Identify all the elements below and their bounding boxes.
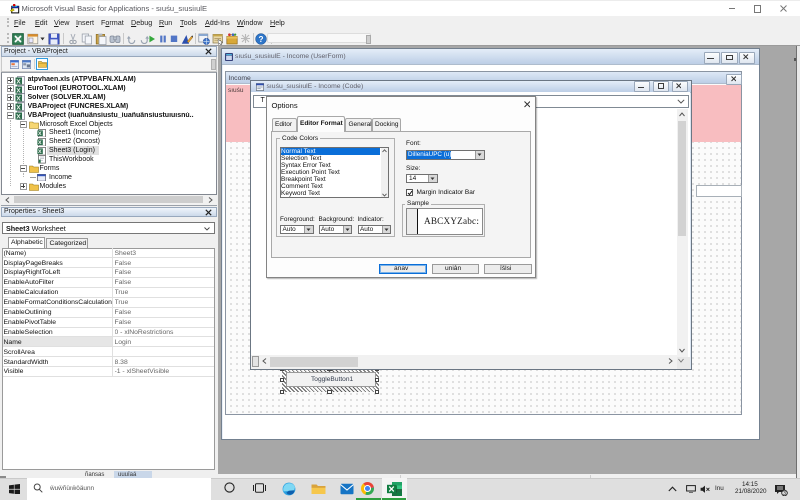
- svg-text:3: 3: [783, 491, 786, 496]
- svg-text:?: ?: [258, 34, 263, 43]
